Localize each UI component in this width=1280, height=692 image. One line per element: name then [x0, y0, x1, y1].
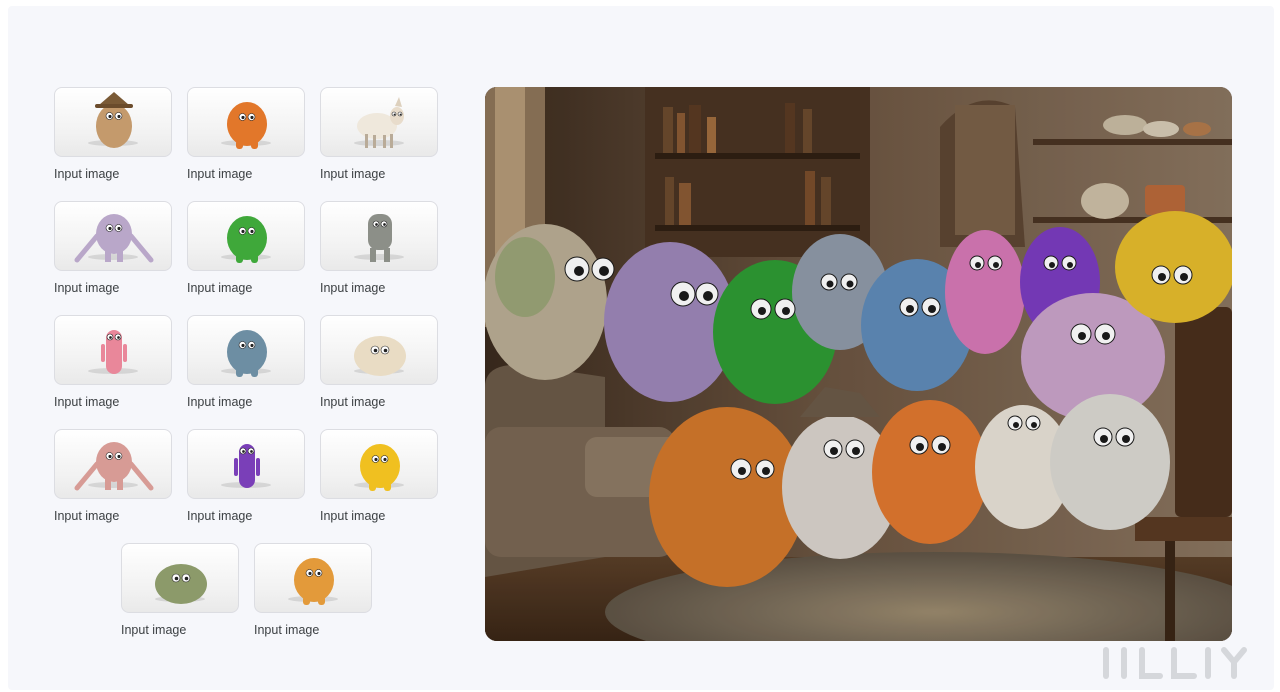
watermark-logo-icon [1103, 647, 1247, 679]
input-image-thumbnail[interactable] [187, 87, 305, 157]
input-image-card[interactable]: Input image [187, 429, 305, 523]
monster-mossy-green-icon [155, 564, 207, 604]
input-image-card[interactable]: Input image [187, 315, 305, 409]
input-image-thumbnail[interactable] [187, 315, 305, 385]
input-image-thumbnail[interactable] [187, 429, 305, 499]
input-image-card[interactable]: Input image [54, 315, 172, 409]
input-image-card[interactable]: Input image [320, 201, 438, 295]
input-image-card[interactable]: Input image [254, 543, 372, 637]
monster-scarecrow-hat-icon [95, 92, 133, 148]
input-image-card[interactable]: Input image [54, 201, 172, 295]
input-image-thumbnail[interactable] [320, 87, 438, 157]
generated-output-image[interactable] [485, 87, 1232, 641]
input-image-caption: Input image [54, 281, 120, 295]
input-image-card[interactable]: Input image [54, 429, 172, 523]
input-image-caption: Input image [121, 623, 187, 637]
input-image-caption: Input image [254, 623, 320, 637]
input-image-caption: Input image [320, 509, 386, 523]
input-image-caption: Input image [54, 167, 120, 181]
monster-blue-gray-icon [227, 330, 267, 377]
input-image-thumbnail[interactable] [320, 201, 438, 271]
input-image-thumbnail[interactable] [254, 543, 372, 613]
monster-yellow-fluffy-icon [360, 444, 400, 491]
input-image-caption: Input image [187, 395, 253, 409]
input-image-caption: Input image [320, 281, 386, 295]
input-image-thumbnail[interactable] [54, 429, 172, 499]
input-image-caption: Input image [320, 395, 386, 409]
input-image-thumbnail[interactable] [187, 201, 305, 271]
input-image-card[interactable]: Input image [187, 201, 305, 295]
input-image-card[interactable]: Input image [320, 315, 438, 409]
input-image-card[interactable]: Input image [187, 87, 305, 181]
monster-orange-small-icon [294, 558, 334, 605]
monster-group-living-room-image [485, 87, 1232, 641]
input-image-card[interactable]: Input image [320, 429, 438, 523]
input-image-card[interactable]: Input image [121, 543, 239, 637]
input-image-thumbnail[interactable] [54, 87, 172, 157]
monster-pink-tall-icon [101, 330, 127, 374]
monster-orange-fluffy-icon [227, 102, 267, 149]
sheep-icon [357, 97, 404, 148]
monster-pink-long-arms-icon [74, 442, 154, 491]
input-image-caption: Input image [320, 167, 386, 181]
input-image-caption: Input image [54, 509, 120, 523]
input-image-card[interactable]: Input image [320, 87, 438, 181]
monster-gray-tall-icon [368, 214, 392, 262]
monster-green-fluffy-icon [227, 216, 267, 263]
input-image-caption: Input image [54, 395, 120, 409]
monster-cream-round-icon [354, 336, 406, 376]
input-image-caption: Input image [187, 281, 253, 295]
input-image-thumbnail[interactable] [54, 201, 172, 271]
input-image-thumbnail[interactable] [54, 315, 172, 385]
input-image-caption: Input image [187, 167, 253, 181]
input-image-caption: Input image [187, 509, 253, 523]
input-image-thumbnail[interactable] [320, 315, 438, 385]
monster-lavender-spotted-icon [74, 214, 154, 263]
input-image-thumbnail[interactable] [320, 429, 438, 499]
input-image-card[interactable]: Input image [54, 87, 172, 181]
input-image-thumbnail[interactable] [121, 543, 239, 613]
monster-purple-slim-icon [234, 444, 260, 488]
